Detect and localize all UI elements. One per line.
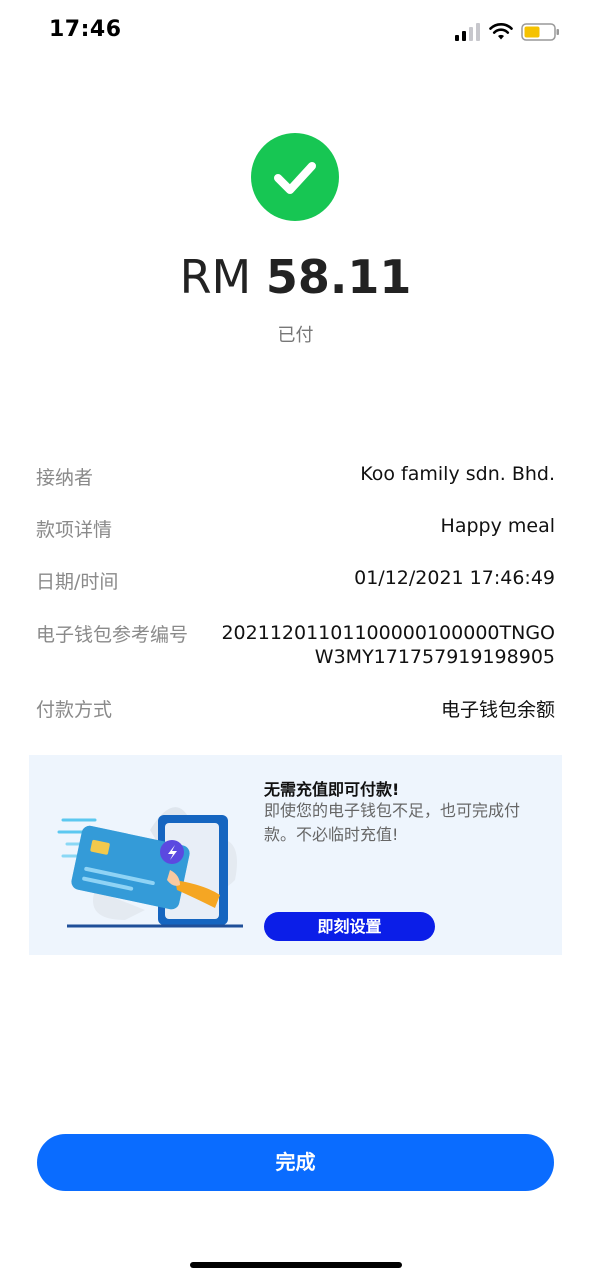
home-indicator[interactable] — [190, 1262, 402, 1268]
payment-status: 已付 — [277, 325, 314, 346]
wifi-icon — [489, 23, 513, 40]
payment-method-label: 付款方式 — [36, 699, 113, 721]
datetime-label: 日期/时间 — [36, 571, 119, 593]
payment-amount: RM 58.11 — [0, 250, 591, 304]
success-check-icon — [251, 133, 339, 221]
payment-method-value: 电子钱包余额 — [440, 699, 555, 721]
item-label: 款项详情 — [36, 519, 113, 541]
done-button[interactable]: 完成 — [37, 1134, 554, 1191]
reference-label: 电子钱包参考编号 — [36, 624, 189, 646]
datetime-value: 01/12/2021 17:46:49 — [354, 567, 555, 589]
status-time: 17:46 — [49, 17, 122, 42]
promo-title: 无需充值即可付款! — [264, 780, 400, 799]
cellular-signal-icon — [455, 23, 483, 41]
battery-icon — [521, 23, 559, 41]
wallet-card-illustration — [57, 807, 243, 928]
receiver-label: 接纳者 — [36, 467, 94, 489]
amount-value: 58.11 — [265, 250, 412, 304]
setup-now-button[interactable]: 即刻设置 — [264, 912, 435, 941]
reference-value: 20211201101100000100000TNGOW3MY171757919… — [221, 622, 555, 668]
item-value: Happy meal — [440, 515, 555, 537]
currency-label: RM — [179, 250, 252, 304]
receiver-value: Koo family sdn. Bhd. — [360, 463, 555, 485]
promo-description: 即使您的电子钱包不足，也可完成付款。不必临时充值! — [264, 801, 521, 844]
